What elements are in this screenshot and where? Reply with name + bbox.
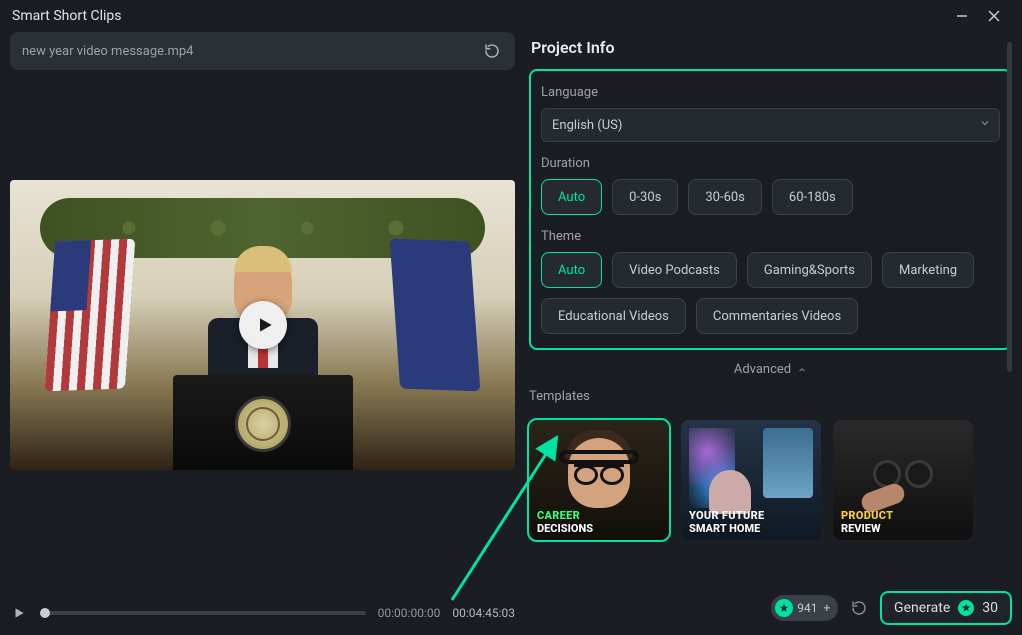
theme-chip[interactable]: Educational Videos <box>541 298 686 334</box>
generate-coin-icon: ★ <box>958 600 974 616</box>
close-button[interactable] <box>978 2 1010 30</box>
template-caption-line2: DECISIONS <box>537 522 593 535</box>
templates-heading: Templates <box>529 389 1012 404</box>
plus-icon: + <box>823 601 830 615</box>
template-caption-line2: SMART HOME <box>689 522 760 535</box>
duration-chip[interactable]: 30-60s <box>688 179 762 215</box>
refresh-icon[interactable] <box>848 597 870 619</box>
theme-label: Theme <box>541 229 1000 244</box>
theme-chip[interactable]: Gaming&Sports <box>747 252 872 288</box>
theme-chip[interactable]: Video Podcasts <box>612 252 737 288</box>
progress-bar[interactable] <box>40 611 366 615</box>
advanced-toggle[interactable]: Advanced <box>529 362 1012 377</box>
template-caption-line1: PRODUCT <box>841 509 893 522</box>
language-select[interactable]: English (US) <box>541 108 1000 142</box>
generate-cost: 30 <box>982 600 998 616</box>
advanced-label: Advanced <box>734 362 791 377</box>
scrollbar[interactable] <box>1007 42 1012 372</box>
template-card[interactable]: PRODUCTREVIEW <box>833 420 973 540</box>
time-position: 00:00:00:00 <box>378 606 441 620</box>
duration-chip[interactable]: Auto <box>541 179 602 215</box>
chevron-up-icon <box>797 365 807 375</box>
generate-button[interactable]: Generate ★ 30 <box>880 591 1012 625</box>
duration-label: Duration <box>541 156 1000 171</box>
theme-chip[interactable]: Commentaries Videos <box>696 298 858 334</box>
chevron-down-icon <box>979 117 991 133</box>
template-caption-line1: YOUR FUTURE <box>689 509 764 522</box>
minimize-button[interactable] <box>946 2 978 30</box>
theme-chip[interactable]: Auto <box>541 252 602 288</box>
template-card[interactable]: CAREERDECISIONS <box>529 420 669 540</box>
duration-chip[interactable]: 0-30s <box>612 179 678 215</box>
time-duration: 00:04:45:03 <box>452 606 515 620</box>
theme-chip[interactable]: Marketing <box>882 252 974 288</box>
template-card[interactable]: YOUR FUTURESMART HOME <box>681 420 821 540</box>
window-title: Smart Short Clips <box>12 8 122 24</box>
generate-label: Generate <box>894 600 950 616</box>
language-value: English (US) <box>552 118 622 133</box>
reload-icon[interactable] <box>481 40 503 62</box>
duration-chip[interactable]: 60-180s <box>772 179 853 215</box>
video-preview[interactable] <box>10 180 515 470</box>
project-info-heading: Project Info <box>531 38 1012 57</box>
credits-count: 941 <box>797 601 817 615</box>
language-label: Language <box>541 85 1000 100</box>
progress-thumb[interactable] <box>40 608 50 618</box>
credits-badge[interactable]: 941 + <box>771 595 838 621</box>
template-caption-line1: CAREER <box>537 509 580 522</box>
play-button-overlay[interactable] <box>239 301 287 349</box>
file-name-bar: new year video message.mp4 <box>10 32 515 70</box>
play-icon[interactable] <box>10 604 28 622</box>
file-name: new year video message.mp4 <box>22 44 193 59</box>
credit-coin-icon <box>775 599 793 617</box>
template-caption-line2: REVIEW <box>841 522 881 535</box>
project-info-panel: Language English (US) Duration Auto 0-30s… <box>529 69 1012 350</box>
